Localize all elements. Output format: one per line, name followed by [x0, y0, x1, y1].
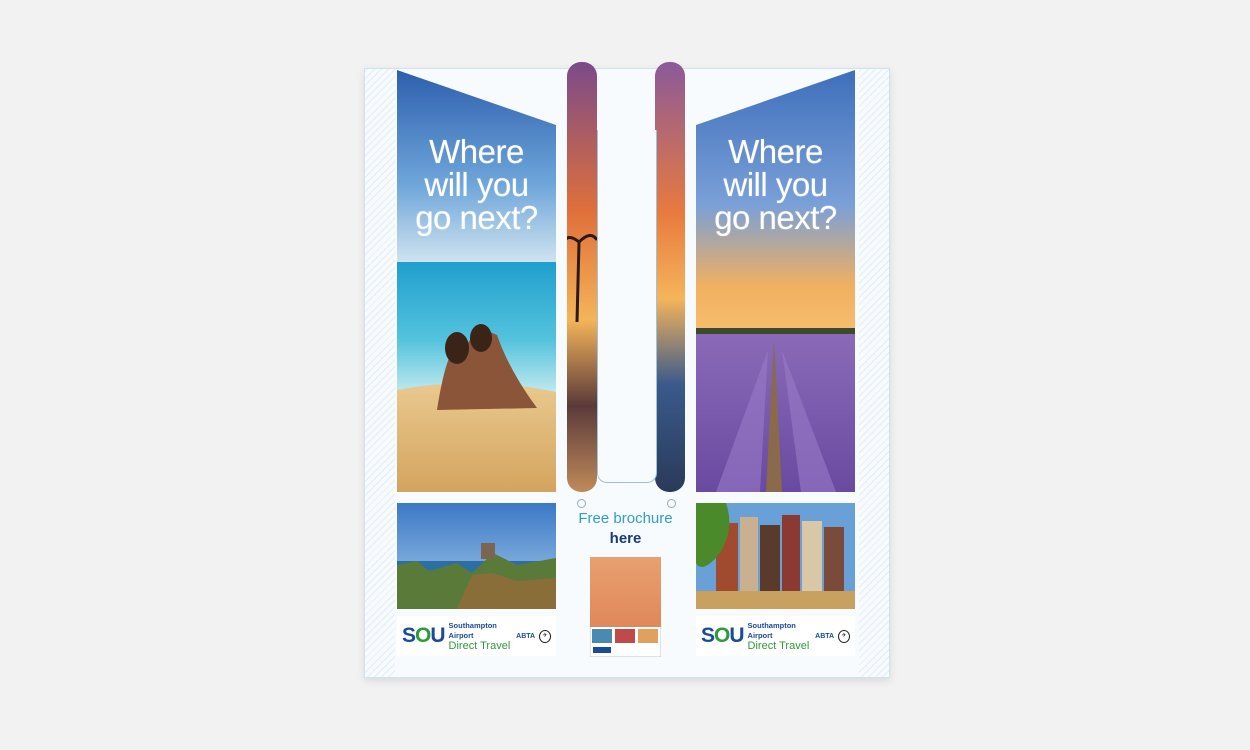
- right-headline-line-1: Where: [728, 133, 823, 170]
- brand-name: Southampton Airport Direct Travel: [448, 621, 517, 652]
- center-strip-right: [655, 62, 685, 492]
- right-edge: [859, 69, 889, 677]
- castle-photo: [397, 503, 556, 609]
- abta-badge: ABTA: [815, 632, 835, 640]
- left-headline: Where will you go next?: [397, 135, 556, 234]
- abta-badge: ABTA: [516, 632, 536, 640]
- mount-hole-right: [667, 499, 676, 508]
- left-headline-line-1: Where: [429, 133, 524, 170]
- right-headline-line-2: will you: [723, 166, 828, 203]
- brochure-cover-image[interactable]: [590, 557, 661, 657]
- brand-line-1: Southampton Airport: [448, 621, 497, 640]
- right-logo: SOU Southampton Airport Direct Travel AB…: [696, 616, 855, 656]
- sunset-photo-left: [567, 62, 597, 492]
- left-headline-line-2: will you: [424, 166, 529, 203]
- atol-badge-icon: ✈: [838, 629, 850, 643]
- left-panel: Where will you go next? SOU Southampton …: [397, 70, 556, 676]
- sunset-photo-right: [655, 62, 685, 492]
- right-headline: Where will you go next?: [696, 135, 855, 234]
- center-strip-left: [567, 62, 597, 492]
- left-logo: SOU Southampton Airport Direct Travel AB…: [397, 616, 556, 656]
- sou-logo-mark: SOU: [402, 624, 446, 647]
- sou-logo-mark: SOU: [701, 624, 745, 647]
- left-edge: [365, 69, 395, 677]
- brand-name: Southampton Airport Direct Travel: [747, 621, 816, 652]
- brochure-subtitle: here: [609, 530, 642, 547]
- brochure-slot: [597, 130, 657, 483]
- mount-hole-left: [577, 499, 586, 508]
- brochure-title: Free brochure: [578, 510, 673, 527]
- right-headline-line-3: go next?: [714, 199, 837, 236]
- brand-line-2: Direct Travel: [747, 640, 810, 652]
- right-panel: Where will you go next? SOU Southampton …: [696, 70, 855, 676]
- brand-line-1: Southampton Airport: [747, 621, 796, 640]
- left-headline-line-3: go next?: [415, 199, 538, 236]
- brand-line-2: Direct Travel: [448, 640, 511, 652]
- atol-badge-icon: ✈: [539, 629, 551, 643]
- amsterdam-photo: [696, 503, 855, 609]
